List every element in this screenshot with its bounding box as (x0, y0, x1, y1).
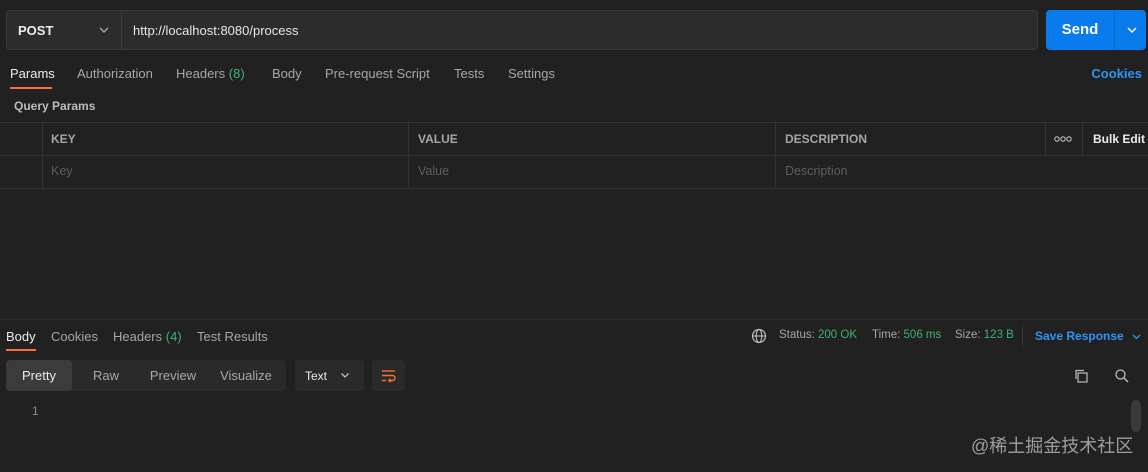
url-value: http://localhost:8080/process (133, 22, 299, 38)
response-time: Time: 506 ms (872, 329, 941, 341)
method-select[interactable]: POST (6, 10, 122, 50)
status-label: Status: (779, 329, 815, 341)
method-value: POST (18, 22, 54, 38)
more-options-icon[interactable] (1054, 134, 1072, 144)
headers-count: (8) (228, 66, 245, 81)
active-tab-indicator (10, 87, 52, 89)
time-value: 506 ms (903, 329, 942, 341)
send-label: Send (1061, 21, 1099, 38)
size-value: 123 B (983, 329, 1014, 341)
response-status: Status: 200 OK (779, 329, 857, 341)
response-tab-headers[interactable]: Headers (4) (113, 329, 182, 344)
response-headers-count: (4) (165, 329, 182, 344)
column-divider (1082, 122, 1083, 155)
table-top-border (0, 122, 1148, 123)
column-header-description: DESCRIPTION (785, 132, 868, 146)
globe-icon[interactable] (751, 328, 767, 344)
response-tab-body[interactable]: Body (6, 329, 36, 344)
chevron-down-icon[interactable] (1131, 331, 1142, 342)
description-input[interactable]: Description (785, 164, 848, 178)
view-raw-button[interactable]: Raw (72, 360, 140, 391)
send-divider (1114, 10, 1115, 50)
tab-tests[interactable]: Tests (454, 66, 484, 82)
response-tab-cookies[interactable]: Cookies (51, 329, 98, 344)
editor-scrollbar[interactable] (1131, 400, 1141, 432)
column-divider (1045, 122, 1046, 155)
chevron-down-icon (341, 373, 349, 378)
active-response-tab-indicator (6, 349, 36, 351)
wrap-lines-button[interactable] (372, 360, 405, 391)
save-response-button[interactable]: Save Response (1035, 329, 1124, 343)
column-divider (408, 122, 409, 189)
view-pretty-button[interactable]: Pretty (6, 360, 72, 391)
table-row-border (0, 188, 1148, 189)
send-button[interactable]: Send (1046, 10, 1146, 50)
chevron-down-icon (99, 27, 109, 33)
tab-params[interactable]: Params (10, 66, 55, 82)
copy-icon[interactable] (1073, 368, 1089, 384)
tab-body[interactable]: Body (272, 66, 302, 82)
url-input[interactable]: http://localhost:8080/process (122, 10, 1038, 50)
wrap-lines-icon (382, 370, 396, 383)
pane-divider[interactable] (0, 319, 1148, 320)
size-label: Size: (955, 329, 981, 341)
column-header-key: KEY (51, 132, 76, 146)
cookies-link[interactable]: Cookies (1091, 66, 1142, 81)
search-icon[interactable] (1114, 368, 1130, 384)
column-divider (42, 122, 43, 189)
column-divider (775, 122, 776, 189)
table-header-border (0, 155, 1148, 156)
query-params-label: Query Params (14, 99, 96, 113)
status-value: 200 OK (818, 329, 858, 341)
line-number: 1 (32, 404, 39, 418)
view-mode-toggle: Pretty Raw Preview Visualize (6, 360, 286, 391)
response-tab-test-results[interactable]: Test Results (197, 329, 268, 344)
view-visualize-button[interactable]: Visualize (206, 360, 286, 391)
meta-divider (1022, 325, 1023, 347)
tab-headers[interactable]: Headers (8) (176, 66, 245, 82)
format-select-value: Text (305, 369, 328, 383)
watermark: @稀土掘金技术社区 (971, 436, 1134, 456)
tab-authorization[interactable]: Authorization (77, 66, 153, 82)
response-size: Size: 123 B (955, 329, 1014, 341)
tab-settings[interactable]: Settings (508, 66, 555, 82)
bulk-edit-button[interactable]: Bulk Edit (1093, 132, 1145, 146)
value-input[interactable]: Value (418, 164, 449, 178)
tab-pre-request-script[interactable]: Pre-request Script (325, 66, 430, 82)
chevron-down-icon[interactable] (1125, 23, 1139, 37)
column-header-value: VALUE (418, 132, 458, 146)
format-select[interactable]: Text (295, 360, 364, 391)
key-input[interactable]: Key (51, 164, 73, 178)
time-label: Time: (872, 329, 901, 341)
view-preview-button[interactable]: Preview (140, 360, 206, 391)
